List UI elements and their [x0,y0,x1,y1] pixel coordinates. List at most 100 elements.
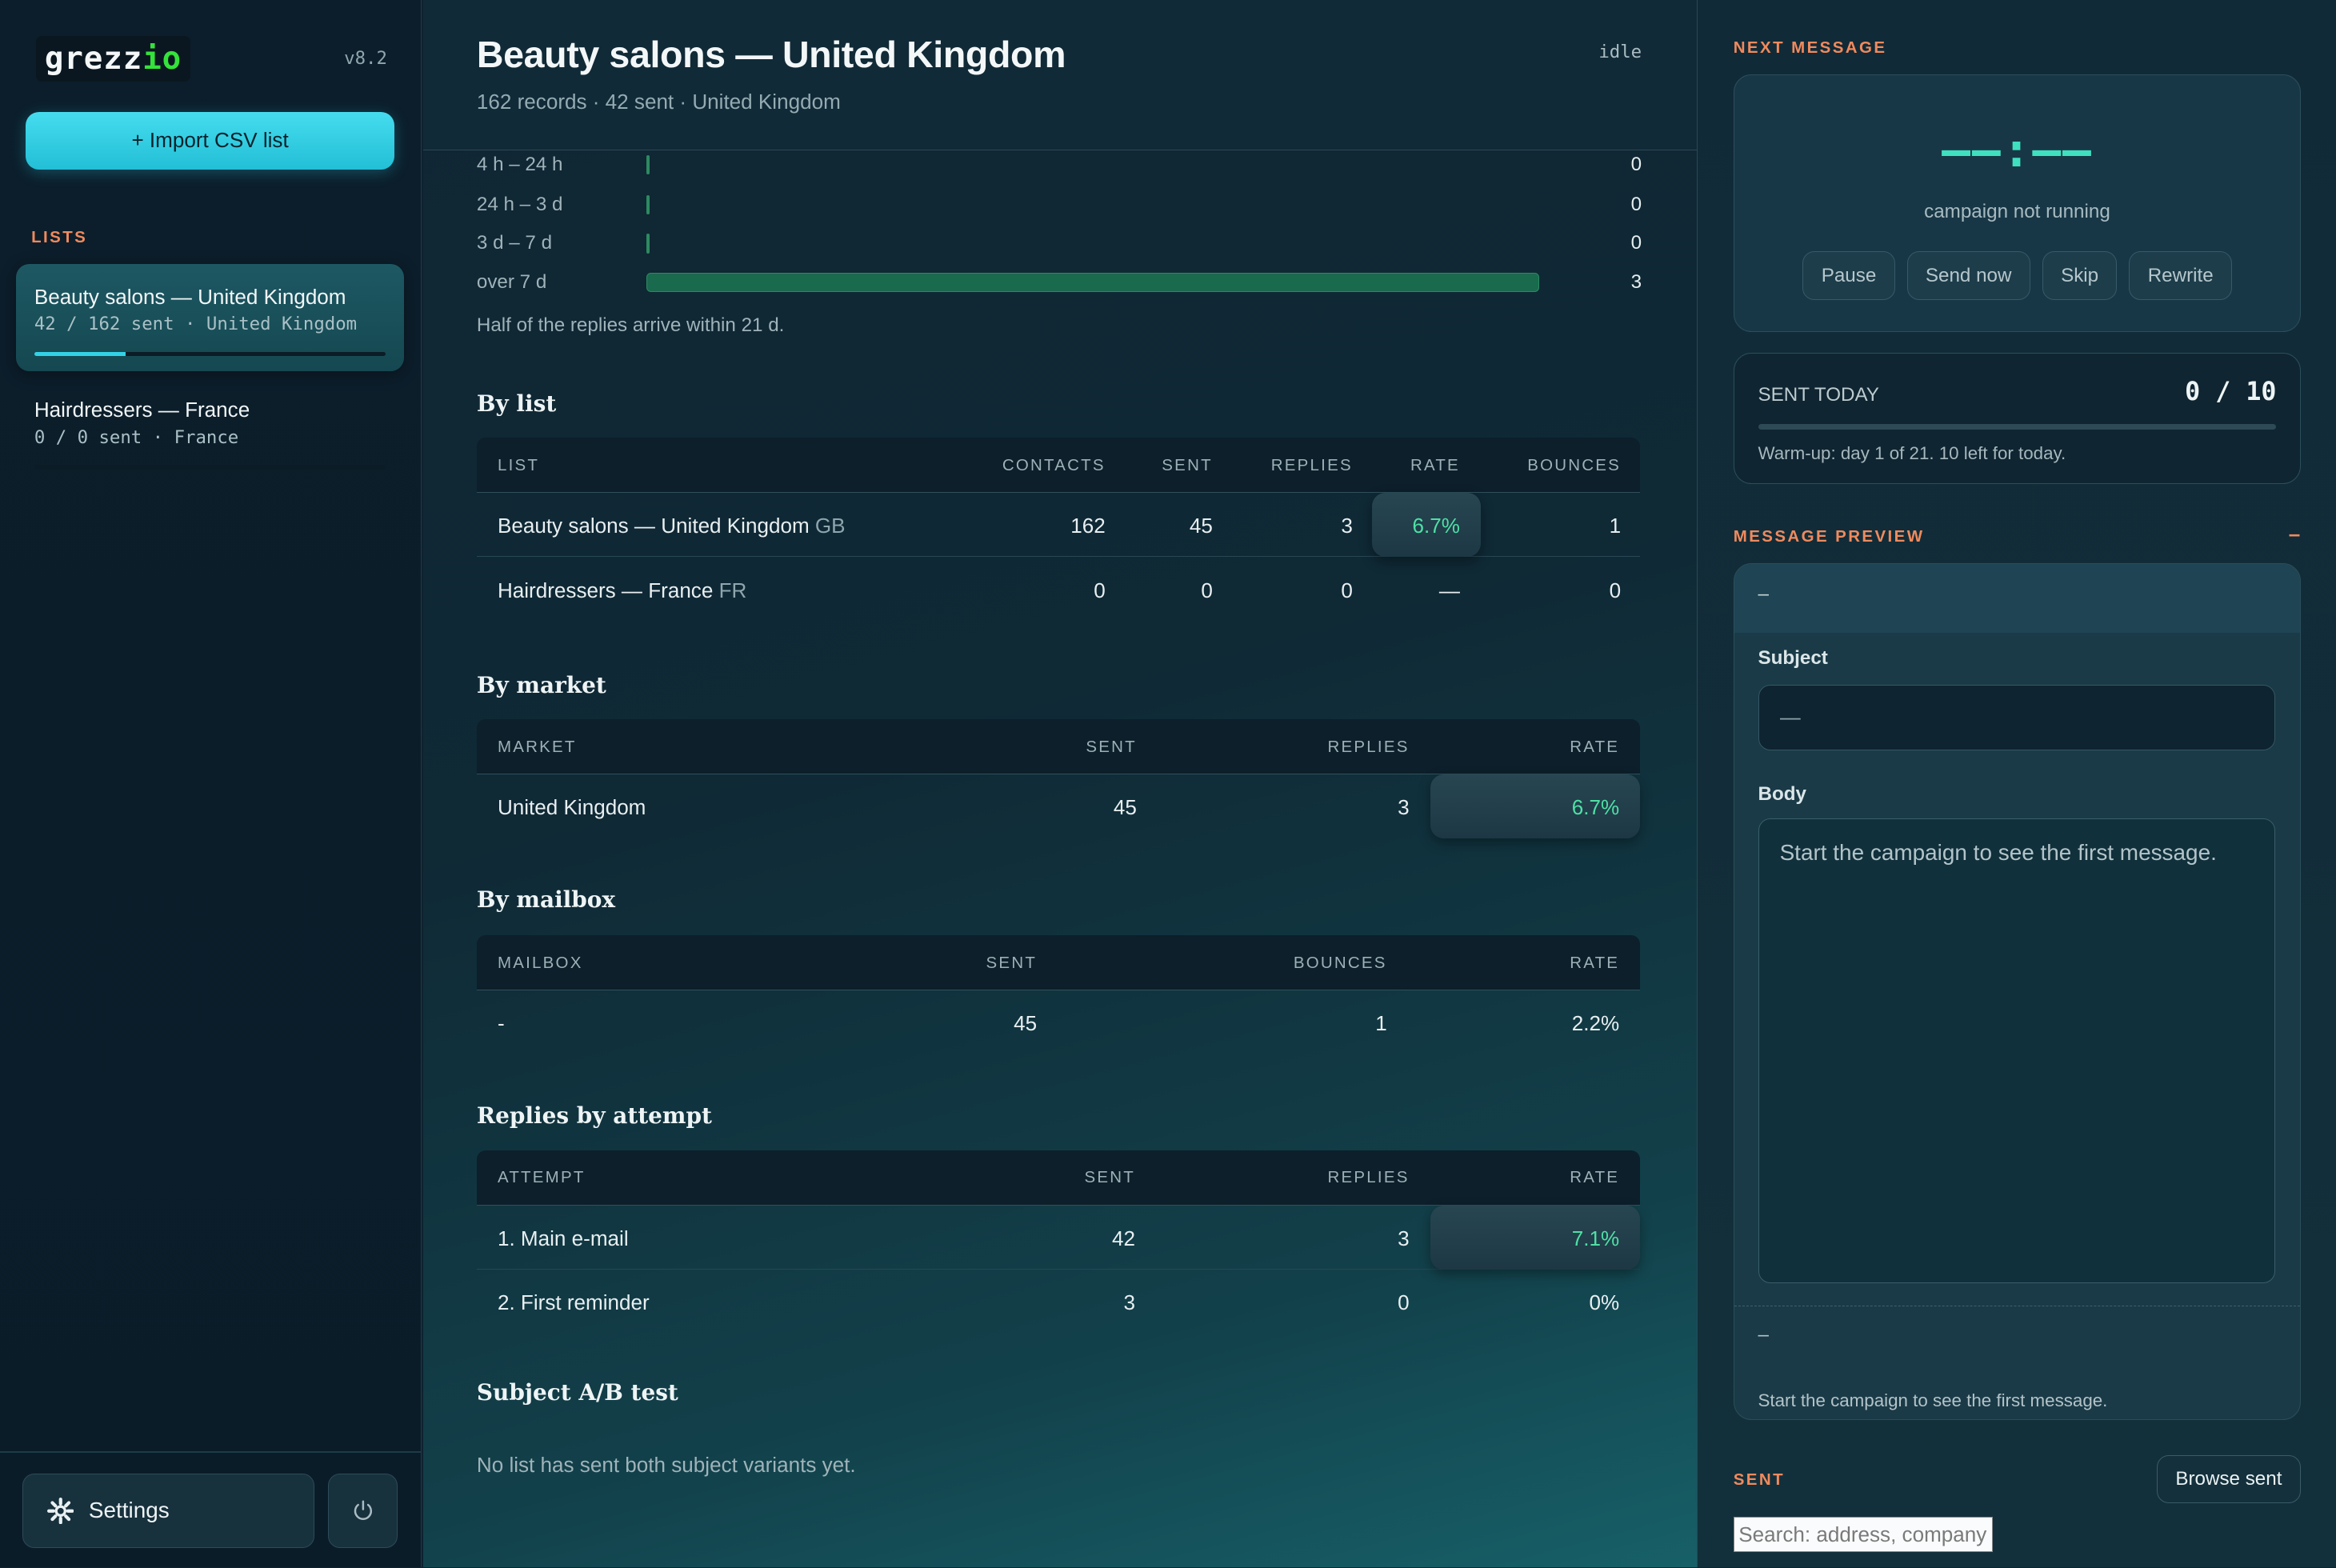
sent-heading: SENT [1733,1470,1785,1489]
histogram-row: 3 d – 7 d 0 [477,231,1642,261]
logo-accent: io [142,40,182,77]
subject-field[interactable] [1758,684,2275,750]
skip-button[interactable]: Skip [2042,250,2118,301]
cell-list: Beauty salons — United Kingdom GB [498,514,846,538]
column-header-bounces: BOUNCES [1293,953,1387,972]
histogram-value: 3 [1630,270,1642,293]
table-row[interactable]: - 45 1 2.2% [477,990,1640,1054]
logo-main: grezz [44,40,143,77]
campaign-status: idle [1598,42,1642,63]
by-mailbox-title: By mailbox [476,886,616,913]
app-version: v8.2 [344,47,387,69]
cell-replies: 0 [1341,578,1353,602]
cell-bounces: 1 [1375,1011,1387,1036]
cell-replies: 3 [1341,514,1353,538]
send-now-button[interactable]: Send now [1906,250,2030,301]
cell-sent: 3 [1123,1290,1135,1314]
by-list-title: By list [476,390,557,417]
sidebar-list-item-hairdressers[interactable]: Hairdressers — France 0 / 0 sent · Franc… [16,377,403,484]
cell-sent: 45 [1014,1011,1038,1036]
cell-replies: 0 [1398,1290,1410,1314]
list-item-meta: 0 / 0 sent · France [34,426,239,448]
list-name: Beauty salons — United Kingdom [497,514,810,538]
sidebar-list-item-beauty-salons[interactable]: Beauty salons — United Kingdom 42 / 162 … [16,263,404,371]
table-row[interactable]: Hairdressers — France FR 0 0 0 — 0 [477,557,1640,621]
column-header-sent: SENT [1084,1167,1135,1186]
column-header-rate: RATE [1410,455,1460,474]
table-header: ATTEMPT SENT REPLIES RATE [476,1150,1641,1206]
histogram-value: 0 [1630,153,1642,175]
campaign-controls: Pause Send now Skip Rewrite [1802,250,2233,301]
sent-today-label: SENT TODAY [1758,383,1879,406]
cell-attempt: 1. Main e-mail [497,1226,629,1250]
table-header: MAILBOX SENT BOUNCES RATE [476,935,1641,991]
column-header-mailbox: MAILBOX [497,953,583,972]
column-header-bounces: BOUNCES [1527,455,1622,474]
column-header-replies: REPLIES [1270,455,1353,474]
histogram-row: over 7 d 3 [477,270,1642,299]
column-header-rate: RATE [1570,1167,1620,1186]
country-code: GB [814,514,846,538]
table-row[interactable]: Beauty salons — United Kingdom GB 162 45… [476,493,1641,558]
preview-header: – [1734,563,2301,633]
import-csv-button[interactable]: + Import CSV list [25,111,395,170]
cell-rate: 0% [1589,1290,1620,1314]
cell-bounces: 1 [1609,514,1622,538]
column-header-replies: REPLIES [1327,737,1410,756]
cell-rate: 6.7% [1412,514,1460,538]
browse-sent-button[interactable]: Browse sent [2156,1455,2302,1503]
settings-button[interactable]: Settings [22,1473,314,1548]
collapse-preview-toggle[interactable]: – [2289,522,2301,546]
cell-mailbox: - [497,1011,505,1036]
column-header-market: MARKET [497,737,577,756]
preview-header-text: – [1758,583,1769,606]
histogram-bar [646,194,650,215]
warmup-note: Warm-up: day 1 of 21. 10 left for today. [1758,443,2066,464]
preview-footer-text: Start the campaign to see the first mess… [1758,1390,2108,1411]
histogram-track [646,194,1538,215]
rewrite-button[interactable]: Rewrite [2129,250,2233,301]
body-label: Body [1758,782,1806,805]
column-header-rate: RATE [1570,737,1620,756]
histogram-bar [646,272,1539,292]
cell-rate: 7.1% [1571,1226,1620,1250]
histogram-label: 4 h – 24 h [476,153,563,175]
country-code: FR [718,578,747,602]
column-header-sent: SENT [986,953,1038,972]
app-logo: grezzio [35,35,191,82]
histogram-track [646,234,1538,254]
column-header-attempt: ATTEMPT [497,1167,586,1186]
cell-contacts: 0 [1094,578,1106,602]
histogram-label: over 7 d [476,270,547,293]
by-market-table: MARKET SENT REPLIES RATE United Kingdom … [476,719,1641,839]
by-attempt-title: Replies by attempt [476,1102,712,1130]
body-field[interactable]: Start the campaign to see the first mess… [1758,818,2275,1284]
cell-sent: 42 [1111,1226,1135,1250]
cell-sent: 45 [1113,795,1137,820]
cell-rate: — [1438,578,1460,602]
histogram-row: 4 h – 24 h 0 [477,152,1642,182]
histogram-label: 24 h – 3 d [476,194,563,216]
ab-test-note: No list has sent both subject variants y… [476,1452,856,1477]
sent-search-input[interactable] [1733,1516,1993,1553]
table-row[interactable]: 1. Main e-mail 42 3 7.1% [476,1205,1641,1270]
power-button[interactable] [327,1473,398,1548]
column-header-rate: RATE [1570,953,1620,972]
sent-today-progress [1758,423,2277,430]
table-row[interactable]: 2. First reminder 3 0 0% [477,1270,1640,1334]
main-header: Beauty salons — United Kingdom 162 recor… [422,0,1698,151]
table-row[interactable]: United Kingdom 45 3 6.7% [477,774,1641,839]
ab-test-title: Subject A/B test [476,1379,678,1406]
settings-label: Settings [88,1498,170,1523]
cell-list: Hairdressers — France FR [498,578,746,603]
gear-icon [46,1497,74,1525]
next-message-card: ––:–– campaign not running Pause Send no… [1733,74,2302,333]
table-header: MARKET SENT REPLIES RATE [476,719,1641,775]
cell-attempt: 2. First reminder [497,1290,650,1314]
by-list-table: LIST CONTACTS SENT REPLIES RATE BOUNCES … [476,438,1641,621]
preview-footer-marker: – [1758,1323,1769,1346]
countdown-timer: ––:–– [1942,122,2093,178]
histogram-track [646,272,1539,292]
pause-button[interactable]: Pause [1802,250,1895,301]
column-header-sent: SENT [1086,737,1137,756]
